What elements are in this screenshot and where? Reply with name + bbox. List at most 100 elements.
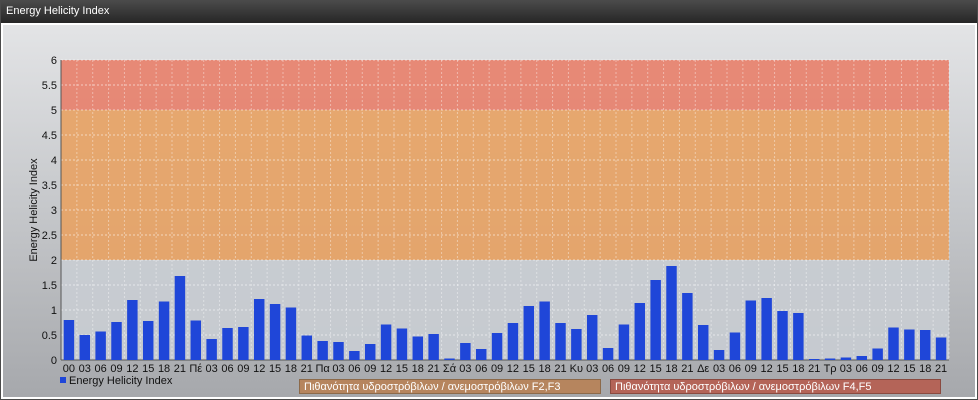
legend-swatch: [60, 377, 66, 383]
bar: [523, 306, 535, 360]
x-tick-label: 06: [856, 363, 868, 375]
y-tick-label: 5: [51, 105, 57, 117]
x-tick-label: Πέ: [189, 363, 202, 375]
x-tick-label: 06: [602, 363, 614, 375]
x-tick-label: 12: [887, 363, 899, 375]
y-tick-label: 3.5: [42, 180, 57, 192]
x-tick-label: 18: [539, 363, 551, 375]
bar: [111, 322, 122, 360]
bar: [317, 341, 328, 360]
bar: [666, 266, 677, 360]
bar: [412, 336, 424, 360]
bar: [127, 300, 138, 360]
bar: [444, 358, 455, 360]
x-tick-label: 03: [332, 363, 344, 375]
x-tick-label: 09: [110, 363, 122, 375]
x-tick-label: Πα: [315, 363, 330, 375]
x-tick-label: 18: [285, 363, 297, 375]
y-tick-label: 1.5: [42, 280, 57, 292]
x-tick-label: 15: [903, 363, 915, 375]
bar: [872, 348, 883, 360]
bar: [602, 348, 614, 360]
x-tick-label: 15: [142, 363, 154, 375]
x-tick-label: 06: [221, 363, 233, 375]
x-tick-label: 06: [729, 363, 741, 375]
y-tick-label: 4: [51, 155, 57, 167]
y-tick-label: 4.5: [42, 130, 57, 142]
x-tick-label: 12: [253, 363, 265, 375]
bar: [729, 332, 741, 360]
x-tick-label: 18: [919, 363, 931, 375]
x-tick-label: 21: [554, 363, 566, 375]
bar: [650, 280, 661, 360]
y-tick-label: 2.5: [42, 230, 57, 242]
x-tick-label: 21: [808, 363, 820, 375]
y-tick-label: 6: [51, 55, 57, 67]
x-tick-label: 09: [364, 363, 376, 375]
bar: [206, 339, 217, 360]
bar: [935, 337, 947, 360]
bar: [777, 311, 788, 360]
x-tick-label: 15: [650, 363, 662, 375]
x-tick-label: 03: [206, 363, 218, 375]
bar: [142, 321, 154, 360]
bar: [856, 356, 868, 360]
x-tick-label: 06: [95, 363, 107, 375]
y-tick-label: 0.5: [42, 330, 57, 342]
x-tick-label: 21: [428, 363, 440, 375]
helicity-bar-chart: 0 0.5 1 1.5 2 2.5 3 3.5 4 4.5 5 5.5 6 Energy Helicity…: [28, 55, 950, 375]
bar: [808, 359, 820, 360]
x-tick-label: 09: [237, 363, 249, 375]
bar: [428, 334, 439, 360]
bar: [745, 300, 757, 360]
x-tick-label: 03: [713, 363, 725, 375]
bar: [761, 298, 772, 360]
x-tick-label: 15: [269, 363, 281, 375]
y-axis-title: Energy Helicity Index: [28, 158, 40, 262]
x-tick-label: 15: [523, 363, 535, 375]
bar: [571, 329, 582, 360]
band-label-f4f5: Πιθανότητα υδροστρόβιλων / ανεμοστρόβιλω…: [610, 379, 941, 394]
bar: [364, 344, 376, 360]
x-tick-label: 12: [380, 363, 392, 375]
bar: [333, 342, 344, 360]
bar: [824, 358, 836, 360]
bar: [285, 307, 297, 360]
x-tick-label: Σά: [443, 363, 457, 375]
x-tick-label: 06: [348, 363, 360, 375]
x-tick-label: 21: [174, 363, 186, 375]
bar: [555, 323, 566, 360]
x-tick-label: 09: [872, 363, 884, 375]
x-tick-label: 21: [681, 363, 693, 375]
x-tick-label: 09: [491, 363, 503, 375]
x-tick-label: 06: [475, 363, 487, 375]
x-tick-label: 12: [507, 363, 519, 375]
x-tick-label: 03: [586, 363, 598, 375]
bar: [79, 335, 91, 360]
bar: [697, 325, 709, 360]
x-tick-label: Τρ: [824, 363, 837, 375]
y-tick-label: 3: [51, 205, 57, 217]
bar: [174, 276, 186, 360]
x-tick-label: 12: [126, 363, 138, 375]
y-tick-label: 0: [51, 355, 57, 367]
y-tick-label: 5.5: [42, 80, 57, 92]
bar: [713, 350, 725, 360]
bar: [349, 351, 360, 360]
bar: [618, 324, 630, 360]
x-tick-label: 00: [63, 363, 75, 375]
bar: [586, 315, 598, 360]
x-tick-label: 18: [412, 363, 424, 375]
x-tick-label: 12: [634, 363, 646, 375]
bar: [301, 335, 313, 360]
bar: [269, 304, 281, 360]
x-tick-label: 09: [745, 363, 757, 375]
legend-series-label: Energy Helicity Index: [69, 375, 173, 387]
x-tick-label: 15: [776, 363, 788, 375]
bar: [63, 320, 75, 360]
bar: [95, 331, 106, 360]
bar: [840, 357, 852, 360]
bar: [888, 327, 899, 360]
bar: [634, 303, 646, 360]
chart-legend: Energy Helicity Index: [60, 375, 172, 387]
